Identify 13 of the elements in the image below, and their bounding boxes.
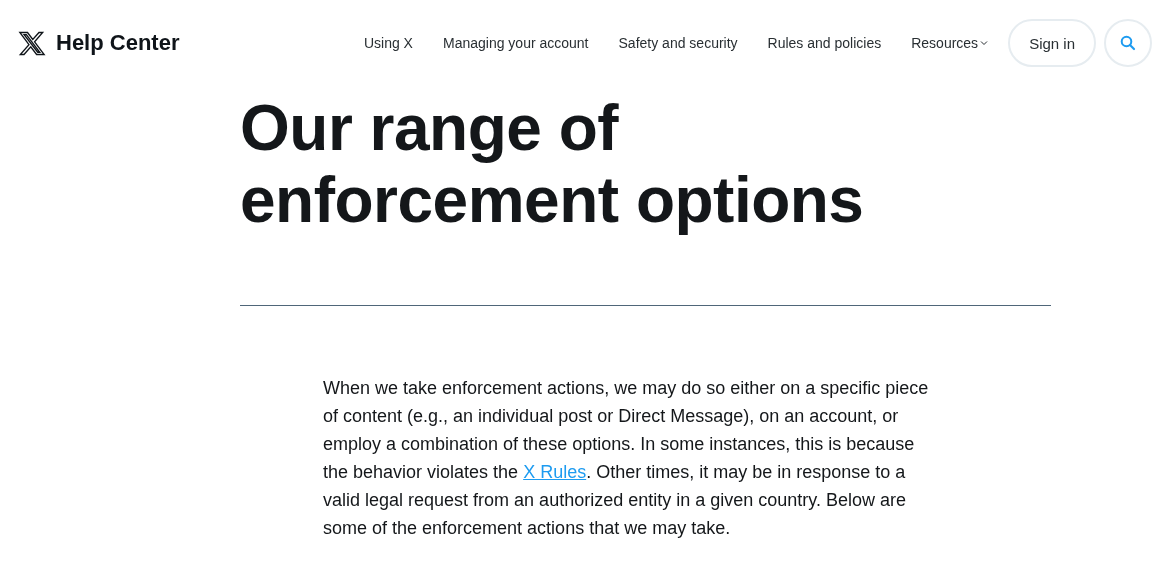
search-button[interactable]: [1104, 19, 1152, 67]
search-icon: [1120, 35, 1136, 51]
caret-icon: [980, 40, 989, 46]
nav-link[interactable]: Rules and policies: [752, 35, 897, 51]
sign-in-button[interactable]: Sign in: [1008, 19, 1096, 67]
site-title[interactable]: Help Center: [56, 30, 180, 56]
nav-link[interactable]: Resources: [896, 35, 1004, 51]
intro-paragraph: When we take enforcement actions, we may do so either on a specific piece of content (e.g., an individual post or Direct Message), on an account, or employ a combination of these options. In some instances, this is because the behavior violates the X Rules. Other times, it may be in response to a valid legal request from an authorized entity in a given country. Below are some of the enforcement actions that we may take.: [323, 377, 930, 540]
page-heading: Our range of enforcement options: [240, 92, 865, 236]
nav-link[interactable]: Using X: [348, 35, 428, 51]
nav-link[interactable]: Managing your account: [427, 35, 604, 51]
nav-link[interactable]: Safety and security: [603, 35, 753, 51]
x-logo-icon: [18, 29, 46, 57]
